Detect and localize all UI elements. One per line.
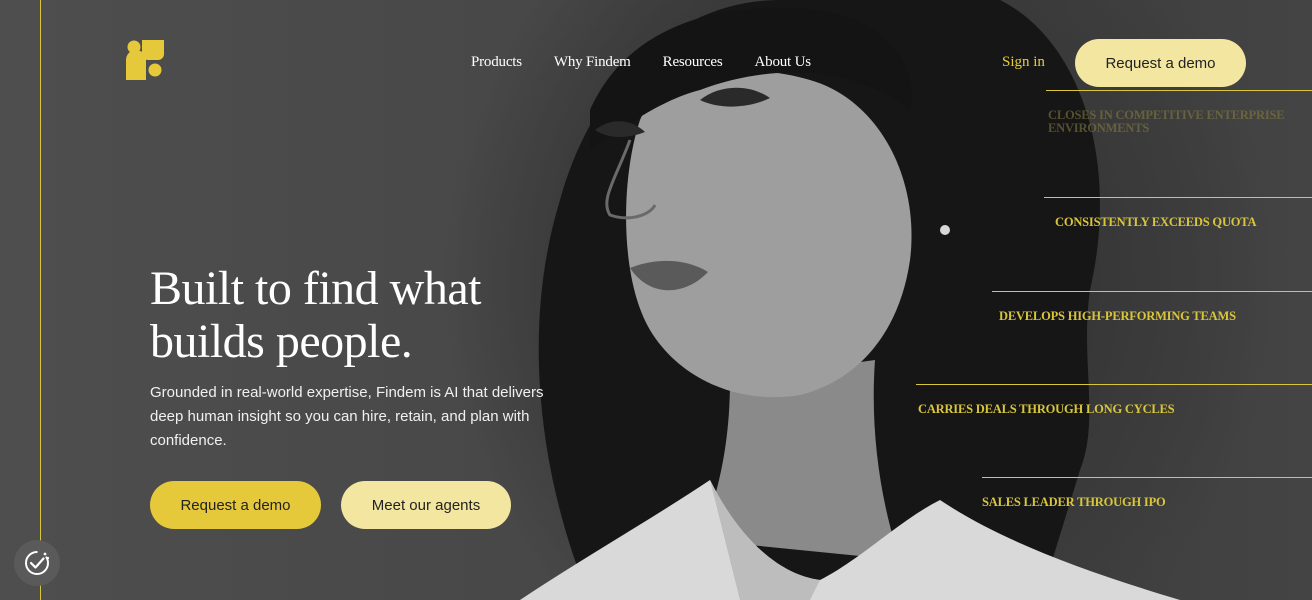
main-nav: Products Why Findem Resources About Us	[471, 54, 811, 71]
findem-logo-icon[interactable]	[126, 40, 164, 80]
hero-headline-line2: builds people.	[150, 315, 413, 368]
nav-resources[interactable]: Resources	[663, 54, 723, 71]
hero-headline: Built to find what builds people.	[150, 262, 481, 368]
tag-divider	[1044, 197, 1312, 198]
tag-item: SALES LEADER THROUGH IPO	[982, 495, 1166, 509]
sign-in-link[interactable]: Sign in	[1002, 54, 1045, 71]
cookie-consent-icon	[25, 551, 50, 575]
tag-divider	[982, 477, 1312, 478]
tag-item: CARRIES DEALS THROUGH LONG CYCLES	[918, 402, 1175, 416]
tag-divider	[992, 291, 1312, 292]
tag-item: CLOSES IN COMPETITIVE ENTERPRISE ENVIRON…	[1048, 108, 1285, 135]
tag-item: DEVELOPS HIGH-PERFORMING TEAMS	[999, 309, 1236, 323]
nav-why-findem[interactable]: Why Findem	[554, 54, 631, 71]
header-request-demo-button[interactable]: Request a demo	[1075, 39, 1246, 87]
tag-item: CONSISTENTLY EXCEEDS QUOTA	[1055, 215, 1257, 229]
meet-agents-button[interactable]: Meet our agents	[341, 481, 511, 529]
nav-about-us[interactable]: About Us	[755, 54, 812, 71]
hero-request-demo-button[interactable]: Request a demo	[150, 481, 321, 529]
hero-subtext: Grounded in real-world expertise, Findem…	[150, 384, 544, 449]
cookie-consent-button[interactable]	[14, 540, 60, 586]
nav-products[interactable]: Products	[471, 54, 522, 71]
tag-divider	[916, 384, 1312, 385]
tag-divider	[1046, 90, 1312, 91]
left-accent-line	[40, 0, 41, 600]
hero-headline-line1: Built to find what	[150, 262, 481, 315]
